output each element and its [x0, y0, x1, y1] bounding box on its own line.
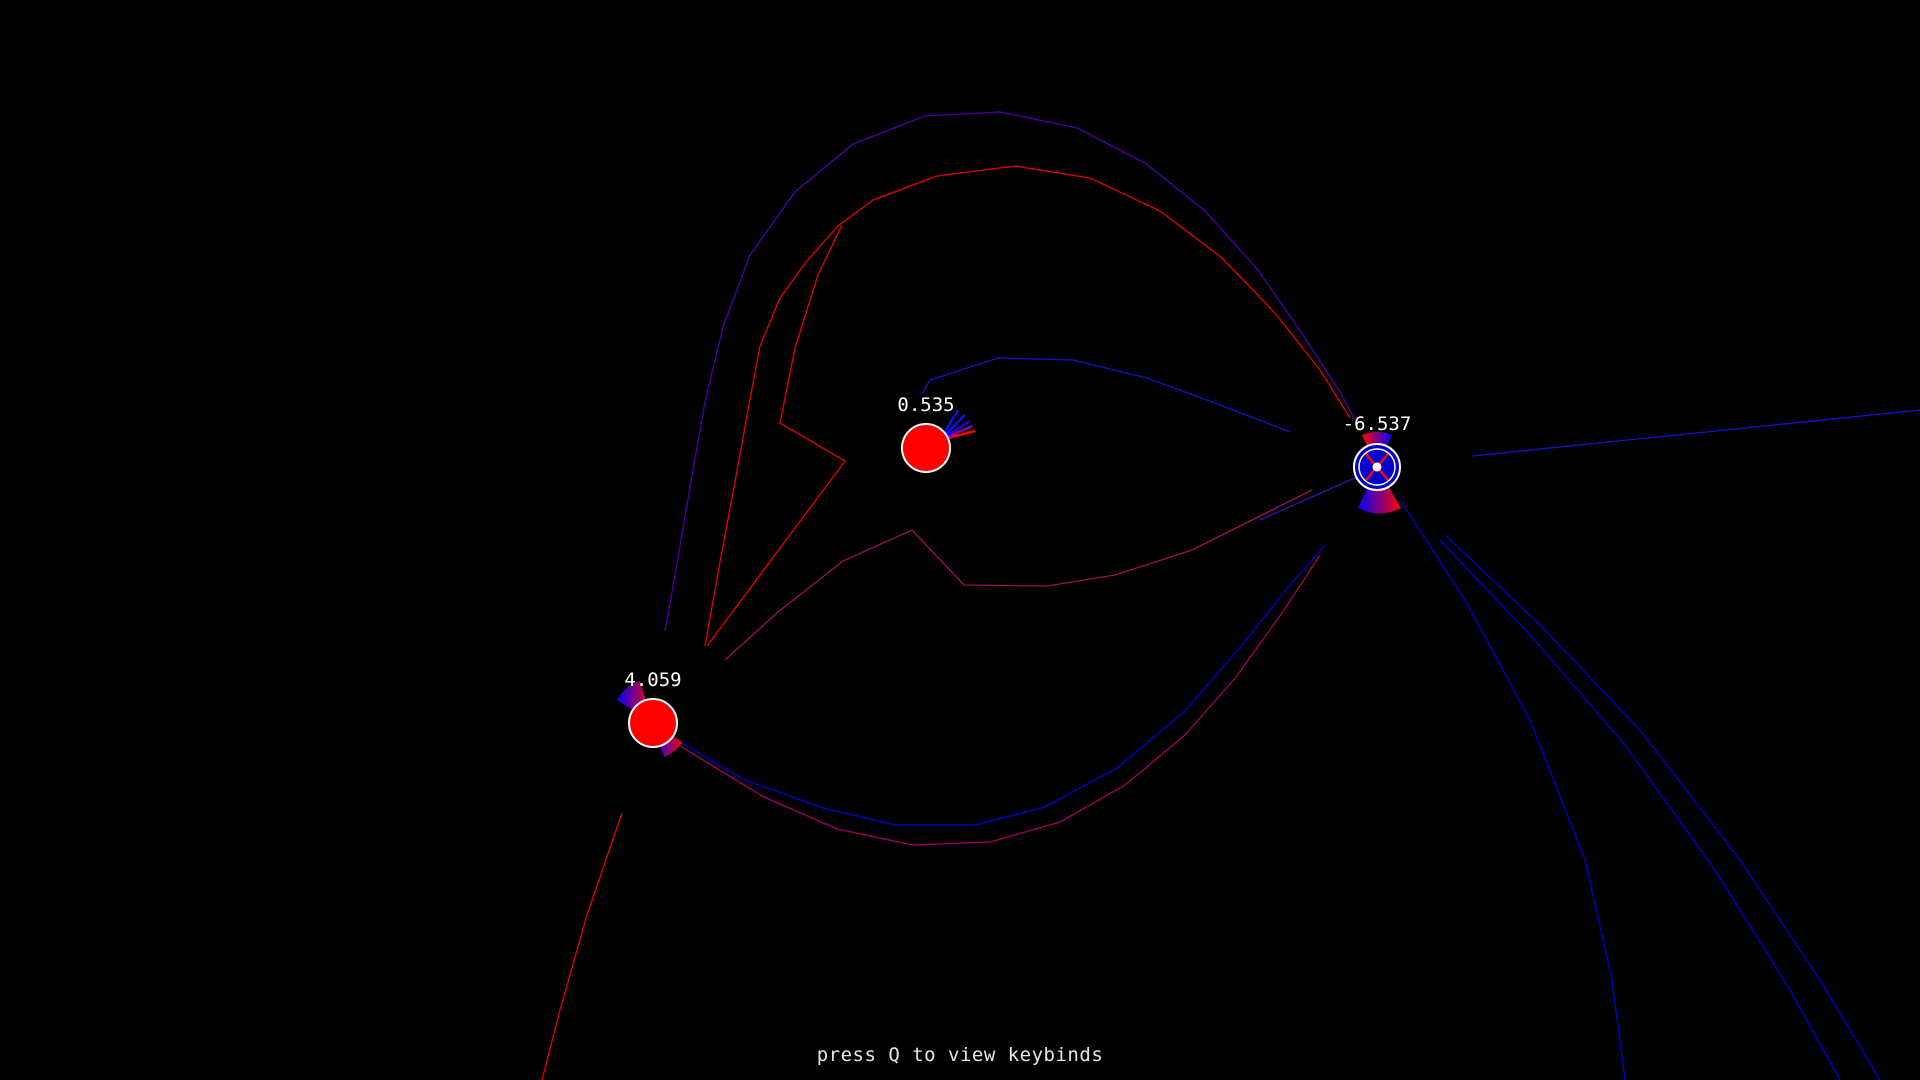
- field-line: [724, 489, 1313, 661]
- charge-value-label: 4.059: [624, 669, 681, 691]
- charge-value-label: 0.535: [897, 394, 954, 416]
- field-line: [664, 111, 1356, 632]
- field-line: [921, 357, 1291, 433]
- field-line: [1471, 409, 1920, 457]
- charge-value-label: -6.537: [1343, 413, 1412, 435]
- field-line: [1444, 534, 1881, 1080]
- field-line: [671, 554, 1321, 846]
- charge-right[interactable]: -6.537: [1343, 413, 1412, 514]
- field-lines: [541, 111, 1920, 1080]
- simulation-viewport[interactable]: 0.535 4.059 -6.537 press Q to view keybi…: [0, 0, 1920, 1080]
- field-line: [1259, 476, 1358, 521]
- field-canvas[interactable]: 0.535 4.059 -6.537: [0, 0, 1920, 1080]
- charge-left[interactable]: 4.059: [617, 669, 682, 757]
- charge-center[interactable]: 0.535: [897, 394, 976, 473]
- field-line: [541, 812, 623, 1080]
- field-line: [704, 165, 1351, 647]
- keybind-hint: press Q to view keybinds: [816, 1044, 1104, 1066]
- field-line: [1439, 539, 1841, 1080]
- selection-dot: [1372, 462, 1382, 472]
- charge-body[interactable]: [628, 698, 678, 748]
- field-line: [667, 544, 1326, 826]
- field-line: [1399, 499, 1626, 1080]
- field-line: [706, 224, 846, 647]
- charge-body[interactable]: [901, 423, 951, 473]
